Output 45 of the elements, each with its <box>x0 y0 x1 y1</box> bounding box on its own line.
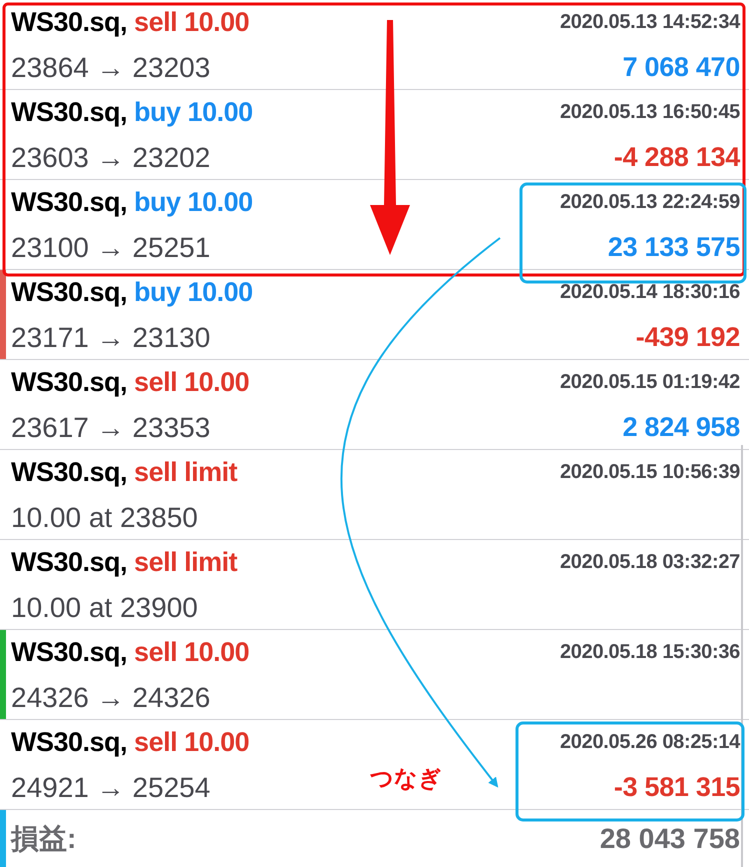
trade-type-text: sell 10.00 <box>134 637 250 668</box>
profit-value: 7 068 470 <box>622 52 740 83</box>
trade-detail: 23100 → 25251 <box>11 232 210 264</box>
trade-type-text: sell 10.00 <box>134 7 250 38</box>
symbol-text: WS30.sq, <box>11 187 128 218</box>
trade-time: 2020.05.18 03:32:27 <box>560 551 740 574</box>
trade-time: 2020.05.15 01:19:42 <box>560 371 740 394</box>
trade-time: 2020.05.26 08:25:14 <box>560 731 740 754</box>
trade-time: 2020.05.13 16:50:45 <box>560 101 740 124</box>
trade-type-text: buy 10.00 <box>134 277 253 308</box>
symbol-text: WS30.sq, <box>11 277 128 308</box>
trade-detail: 23864 → 23203 <box>11 52 210 84</box>
profit-value: 23 133 575 <box>606 232 740 263</box>
symbol-text: WS30.sq, <box>11 7 128 38</box>
symbol-text: WS30.sq, <box>11 97 128 128</box>
symbol-text: WS30.sq, <box>11 547 128 578</box>
trade-time: 2020.05.13 14:52:34 <box>560 11 740 34</box>
trade-detail: 10.00 at 23850 <box>11 502 198 534</box>
trade-type-text: buy 10.00 <box>134 187 253 218</box>
profit-value: -4 288 134 <box>612 142 740 173</box>
profit-value: -439 192 <box>634 322 740 353</box>
trade-detail: 24326 → 24326 <box>11 682 210 714</box>
total-profit-value: 28 043 758 <box>600 822 740 854</box>
trade-type-text: sell limit <box>134 457 238 488</box>
annotation-label: つなぎ <box>370 764 442 793</box>
profit-label: 損益: <box>11 822 76 856</box>
trade-type-text: sell 10.00 <box>134 367 250 398</box>
trade-detail: 23603 → 23202 <box>11 142 210 174</box>
trade-type-text: buy 10.00 <box>134 97 253 128</box>
trade-detail: 10.00 at 23900 <box>11 592 198 624</box>
trade-type-text: sell limit <box>134 547 238 578</box>
trade-time: 2020.05.18 15:30:36 <box>560 641 740 664</box>
trade-detail: 23171 → 23130 <box>11 322 210 354</box>
symbol-text: WS30.sq, <box>11 367 128 398</box>
trade-time: 2020.05.14 18:30:16 <box>560 281 740 304</box>
trade-time: 2020.05.13 22:24:59 <box>560 191 740 214</box>
symbol-text: WS30.sq, <box>11 637 128 668</box>
trade-type-text: sell 10.00 <box>134 727 250 758</box>
trade-detail: 23617 → 23353 <box>11 412 210 444</box>
symbol-text: WS30.sq, <box>11 727 128 758</box>
trade-time: 2020.05.15 10:56:39 <box>560 461 740 484</box>
trade-detail: 24921 → 25254 <box>11 772 210 804</box>
symbol-text: WS30.sq, <box>11 457 128 488</box>
profit-value: 2 824 958 <box>622 412 740 443</box>
profit-value: -3 581 315 <box>612 772 740 803</box>
